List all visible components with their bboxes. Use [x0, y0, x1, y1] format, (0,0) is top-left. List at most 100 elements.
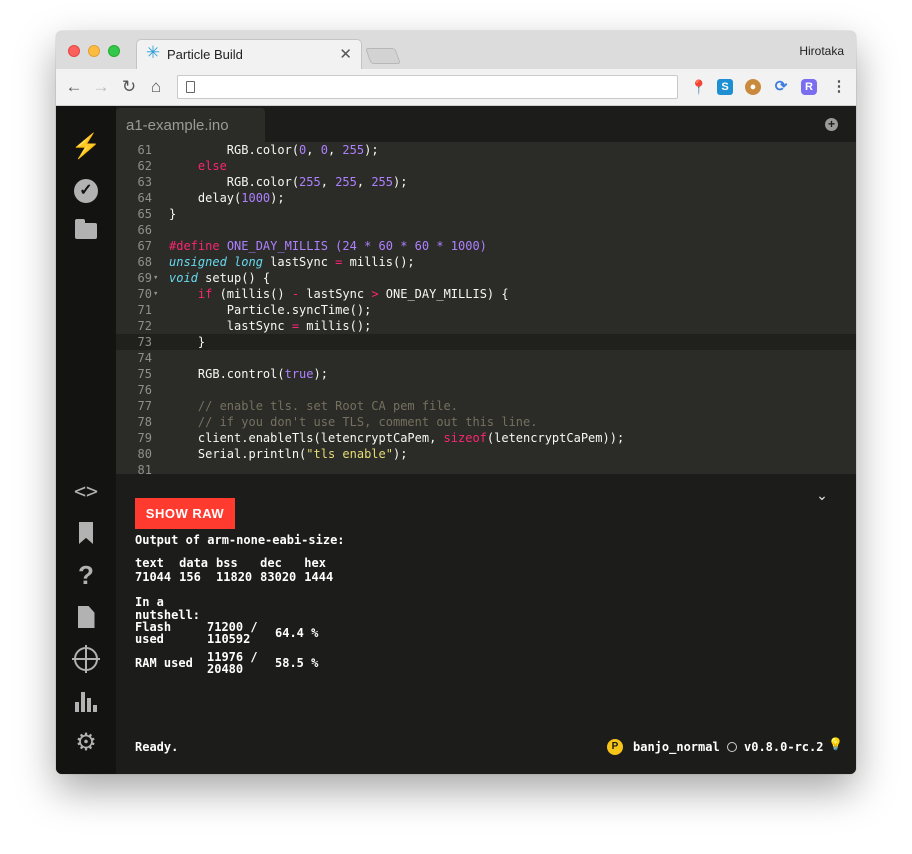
sync-extension-icon[interactable]: ⟳	[773, 79, 789, 95]
close-window-button[interactable]	[68, 45, 80, 57]
fold-toggle-icon[interactable]: ▾	[153, 286, 158, 302]
line-number: 78	[137, 415, 152, 429]
code-line[interactable]: 68 unsigned long lastSync = millis();	[116, 254, 856, 270]
code-line[interactable]: 79 client.enableTls(letencryptCaPem, siz…	[116, 430, 856, 446]
code-text[interactable]: if (millis() - lastSync > ONE_DAY_MILLIS…	[169, 286, 509, 302]
s-extension-icon[interactable]: S	[717, 79, 733, 95]
verify-icon[interactable]: ✓	[71, 173, 101, 203]
code-text[interactable]: Particle.syncTime();	[169, 302, 372, 318]
minimize-window-button[interactable]	[88, 45, 100, 57]
code-line[interactable]: 71 Particle.syncTime();	[116, 302, 856, 318]
memory-usage-table: Flash used 71200 / 110592 64.4 % RAM use…	[135, 621, 330, 675]
code-text[interactable]: // if you don't use TLS, comment out thi…	[169, 414, 538, 430]
show-raw-button[interactable]: SHOW RAW	[135, 498, 235, 529]
add-tab-icon[interactable]: +	[825, 118, 838, 131]
size-value-hex: 1444	[304, 570, 334, 584]
profile-name[interactable]: Hirotaka	[799, 44, 844, 58]
code-line[interactable]: 74	[116, 350, 856, 366]
code-line[interactable]: 64 delay(1000);	[116, 190, 856, 206]
file-tab[interactable]: a1-example.ino	[116, 108, 265, 142]
code-text[interactable]: client.enableTls(letencryptCaPem, sizeof…	[169, 430, 624, 446]
code-text[interactable]: RGB.control(true);	[169, 366, 328, 382]
line-number: 71	[137, 303, 152, 317]
reload-icon[interactable]: ↻	[119, 77, 139, 97]
code-text[interactable]: delay(1000);	[169, 190, 285, 206]
zoom-window-button[interactable]	[108, 45, 120, 57]
code-text[interactable]: lastSync = millis();	[169, 318, 372, 334]
console-icon[interactable]	[71, 644, 101, 674]
settings-icon[interactable]: ⚙	[71, 728, 101, 758]
output-header: Output of arm-none-eabi-size:	[135, 533, 345, 547]
code-line[interactable]: 61 RGB.color(0, 0, 255);	[116, 142, 856, 158]
code-line[interactable]: 65}	[116, 206, 856, 222]
flash-percent: 64.4 %	[275, 626, 319, 640]
code-text[interactable]: void setup() {	[169, 270, 270, 286]
browser-menu-icon[interactable]: ⋮	[831, 79, 847, 95]
device-badge[interactable]: P	[607, 739, 623, 755]
flash-icon[interactable]: ⚡	[71, 132, 101, 162]
line-number: 65	[137, 207, 152, 221]
forward-arrow-icon[interactable]: →	[91, 77, 111, 97]
line-number: 63	[137, 175, 152, 189]
device-name[interactable]: banjo_normal	[633, 740, 720, 754]
code-text[interactable]: }	[169, 334, 205, 350]
size-value-data: 156	[179, 570, 201, 584]
cookie-extension-icon[interactable]: ●	[745, 79, 761, 95]
browser-tab[interactable]: ✳ Particle Build ✕	[136, 39, 362, 69]
fold-toggle-icon[interactable]: ▾	[153, 270, 158, 286]
browser-window: ✳ Particle Build ✕ Hirotaka ← → ↻ ⌂ 📍 S …	[56, 31, 856, 774]
sidebar: ⚡ ✓ <> ? ⚙	[56, 106, 116, 774]
address-input[interactable]	[202, 79, 662, 95]
line-number: 61	[137, 143, 152, 157]
chevron-down-icon[interactable]: ⌄	[816, 488, 828, 502]
size-value-dec: 83020	[260, 570, 297, 584]
code-text[interactable]: // enable tls. set Root CA pem file.	[169, 398, 458, 414]
code-line[interactable]: 66	[116, 222, 856, 238]
code-text[interactable]: #define ONE_DAY_MILLIS (24 * 60 * 60 * 1…	[169, 238, 487, 254]
address-bar[interactable]	[177, 75, 678, 99]
code-text[interactable]: unsigned long lastSync = millis();	[169, 254, 415, 270]
code-line[interactable]: 69 ▾ void setup() {	[116, 270, 856, 286]
folder-icon[interactable]	[71, 216, 101, 246]
code-line[interactable]: 76	[116, 382, 856, 398]
code-line[interactable]: 63 RGB.color(255, 255, 255);	[116, 174, 856, 190]
browser-toolbar: ← → ↻ ⌂ 📍 S ● ⟳ R ⋮	[56, 69, 856, 106]
line-number: 75	[137, 367, 152, 381]
code-line[interactable]: 75 RGB.control(true);	[116, 366, 856, 382]
code-text[interactable]: Serial.println("tls enable");	[169, 446, 408, 462]
nutshell-title: In a nutshell:	[135, 595, 201, 622]
lightbulb-icon[interactable]: 💡	[828, 737, 843, 751]
reports-icon[interactable]	[71, 686, 101, 716]
ram-percent: 58.5 %	[275, 656, 319, 670]
flash-usage-row: Flash used 71200 / 110592 64.4 %	[135, 621, 330, 645]
code-text[interactable]: RGB.color(0, 0, 255);	[169, 142, 379, 158]
r-extension-icon[interactable]: R	[801, 79, 817, 95]
code-line[interactable]: 78 // if you don't use TLS, comment out …	[116, 414, 856, 430]
back-arrow-icon[interactable]: ←	[64, 77, 84, 97]
close-tab-icon[interactable]: ✕	[339, 45, 352, 63]
code-text[interactable]: else	[169, 158, 227, 174]
docs-icon[interactable]	[71, 602, 101, 632]
code-editor[interactable]: 61 RGB.color(0, 0, 255); 62 else 63 RGB.co…	[116, 142, 856, 474]
code-text[interactable]: RGB.color(255, 255, 255);	[169, 174, 408, 190]
new-tab-button[interactable]	[365, 48, 401, 64]
code-icon[interactable]: <>	[71, 476, 101, 506]
code-line[interactable]: 67 #define ONE_DAY_MILLIS (24 * 60 * 60 *…	[116, 238, 856, 254]
code-line[interactable]: 72 lastSync = millis();	[116, 318, 856, 334]
code-line[interactable]: 73 }	[116, 334, 856, 350]
ram-label: RAM used	[135, 656, 193, 670]
flash-value: 71200 / 110592	[207, 620, 258, 646]
size-header-text: text	[135, 556, 164, 570]
code-line[interactable]: 62 else	[116, 158, 856, 174]
code-text[interactable]: }	[169, 206, 176, 222]
code-line[interactable]: 81	[116, 462, 856, 474]
pin-extension-icon[interactable]: 📍	[690, 79, 707, 95]
code-line[interactable]: 70 ▾ if (millis() - lastSync > ONE_DAY_MI…	[116, 286, 856, 302]
code-line[interactable]: 77 // enable tls. set Root CA pem file.	[116, 398, 856, 414]
code-line[interactable]: 80 Serial.println("tls enable");	[116, 446, 856, 462]
home-icon[interactable]: ⌂	[146, 77, 166, 97]
libraries-icon[interactable]	[71, 518, 101, 548]
ram-usage-row: RAM used 11976 / 20480 58.5 %	[135, 645, 330, 675]
help-icon[interactable]: ?	[71, 560, 101, 590]
firmware-version[interactable]: v0.8.0-rc.2	[744, 740, 823, 754]
